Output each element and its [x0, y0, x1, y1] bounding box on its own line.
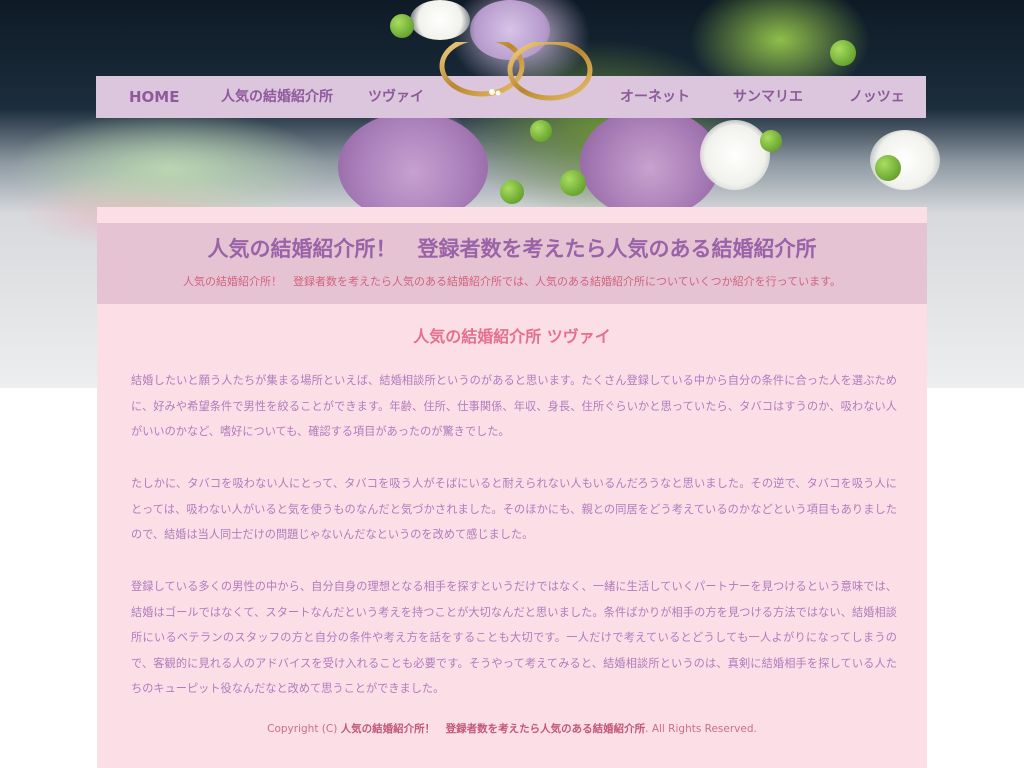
nav-item-sunmarie[interactable]: サンマリエ: [733, 76, 803, 118]
section-title: 人気の結婚紹介所 ツヴァイ: [413, 327, 611, 346]
rose-left: [338, 112, 488, 222]
white-flower: [410, 0, 470, 40]
berry: [875, 155, 901, 181]
nav-item-home[interactable]: HOME: [129, 76, 179, 118]
paragraph: たしかに、タバコを吸わない人にとって、タバコを吸う人がそばにいると耐えられない人…: [131, 477, 897, 542]
nav-item-ninki[interactable]: 人気の結婚紹介所: [221, 76, 333, 118]
berry: [500, 180, 524, 204]
berry: [760, 130, 782, 152]
berry: [390, 14, 414, 38]
site-description: 人気の結婚紹介所！ 登録者数を考えたら人気のある結婚紹介所では、人気のある結婚紹…: [182, 275, 841, 288]
paragraph: 登録している多くの男性の中から、自分自身の理想となる相手を探すというだけではなく…: [131, 580, 897, 696]
site-title[interactable]: 人気の結婚紹介所！ 登録者数を考えたら人気のある結婚紹介所: [97, 233, 927, 263]
copyright: Copyright (C) 人気の結婚紹介所！ 登録者数を考えたら人気のある結婚…: [97, 721, 927, 736]
paragraph: 結婚したいと願う人たちが集まる場所といえば、結婚相談所というのがあると思います。…: [131, 374, 897, 439]
copyright-site-link[interactable]: 人気の結婚紹介所！ 登録者数を考えたら人気のある結婚紹介所: [341, 723, 646, 735]
nav-item-nozze[interactable]: ノッツェ: [849, 76, 905, 118]
white-flower: [700, 120, 770, 190]
berry: [830, 40, 856, 66]
copyright-suffix: . All Rights Reserved.: [645, 723, 757, 735]
content-area: 人気の結婚紹介所！ 登録者数を考えたら人気のある結婚紹介所 人気の結婚紹介所！ …: [97, 207, 927, 768]
berry: [560, 170, 586, 196]
copyright-prefix: Copyright (C): [267, 723, 338, 735]
nav-item-zwei[interactable]: ツヴァイ: [368, 76, 424, 118]
nav-item-onet[interactable]: オーネット: [620, 76, 690, 118]
rose-right: [580, 108, 720, 218]
wedding-rings-icon: [439, 42, 593, 101]
